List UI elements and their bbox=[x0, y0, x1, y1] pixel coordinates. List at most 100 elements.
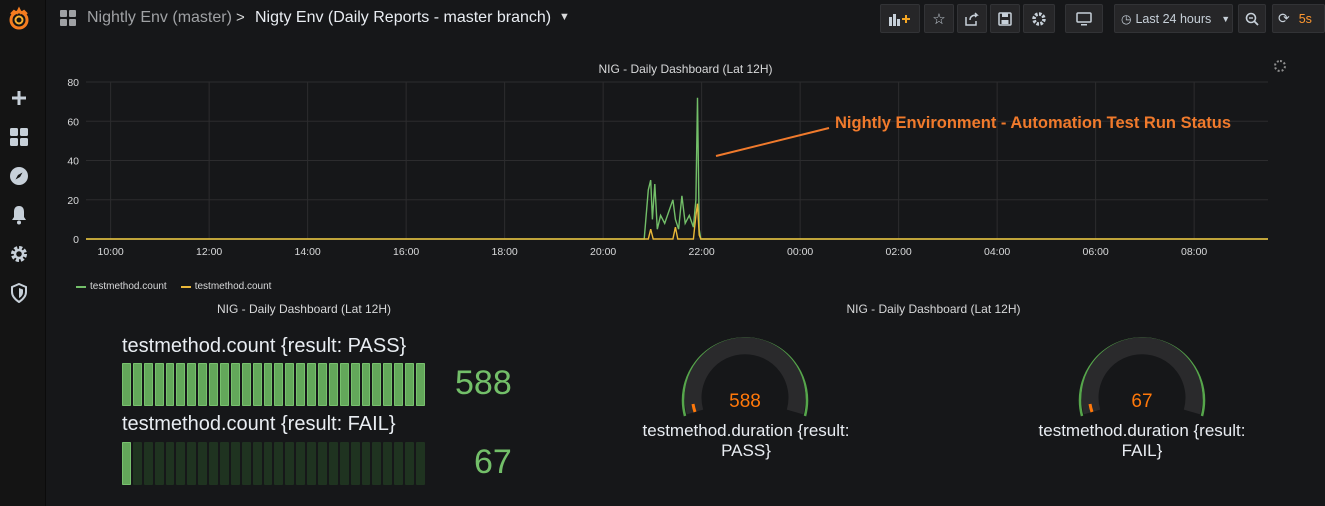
legend-label: testmethod.count bbox=[194, 281, 272, 292]
top-navbar: Nightly Env (master) > Nigty Env (Daily … bbox=[46, 0, 1325, 38]
legend-item-fail[interactable]: testmethod.count bbox=[180, 281, 272, 292]
bar-gauge-cell bbox=[274, 363, 284, 406]
gauge-panel: NIG - Daily Dashboard (Lat 12H) 588 test… bbox=[566, 296, 1325, 506]
caret-down-icon: ▼ bbox=[1221, 13, 1231, 24]
x-tick-label: 20:00 bbox=[590, 246, 616, 258]
bar-gauge-cell bbox=[209, 442, 219, 485]
bar-gauge-cell bbox=[339, 442, 349, 485]
star-icon: ☆ bbox=[932, 10, 946, 28]
bar-gauge-cell bbox=[318, 442, 327, 485]
bar-gauge-cell bbox=[143, 363, 153, 406]
tv-mode-button[interactable] bbox=[1065, 4, 1103, 33]
settings-button[interactable] bbox=[1023, 4, 1055, 33]
x-tick-label: 14:00 bbox=[294, 246, 320, 258]
legend-item-pass[interactable]: testmethod.count bbox=[76, 281, 167, 292]
bar-gauge-panel: NIG - Daily Dashboard (Lat 12H) testmeth… bbox=[46, 296, 562, 506]
gauge-panel-title[interactable]: NIG - Daily Dashboard (Lat 12H) bbox=[566, 302, 1301, 316]
bar-gauge-cell bbox=[405, 442, 415, 485]
share-button[interactable] bbox=[957, 4, 987, 33]
bar-gauge-cell bbox=[318, 363, 327, 406]
bar-gauge-cell bbox=[328, 363, 338, 406]
bar-gauge-cell bbox=[383, 442, 393, 485]
bar-gauge-panel-title[interactable]: NIG - Daily Dashboard (Lat 12H) bbox=[46, 302, 562, 316]
caret-down-icon[interactable]: ▼ bbox=[559, 11, 570, 23]
add-panel-button[interactable] bbox=[880, 4, 920, 33]
y-tick-label: 40 bbox=[67, 156, 79, 168]
plus-icon[interactable] bbox=[8, 87, 30, 109]
x-tick-label: 00:00 bbox=[787, 246, 813, 258]
share-icon bbox=[965, 11, 979, 26]
bar-gauge-cell bbox=[132, 442, 142, 485]
zoom-out-button[interactable] bbox=[1238, 4, 1266, 33]
y-tick-label: 20 bbox=[67, 195, 79, 207]
x-tick-label: 12:00 bbox=[196, 246, 222, 258]
gauge-value-pass: 588 bbox=[729, 391, 761, 412]
refresh-icon: ⟳ bbox=[1278, 10, 1290, 26]
y-tick-label: 60 bbox=[67, 116, 79, 128]
breadcrumb-folder[interactable]: Nightly Env (master) bbox=[87, 9, 232, 27]
bar-gauge-cell bbox=[143, 442, 153, 485]
bar-gauge-cell bbox=[307, 363, 317, 406]
bar-gauge-cell bbox=[241, 363, 251, 406]
bar-gauge-cell bbox=[263, 442, 273, 485]
explore-icon[interactable] bbox=[8, 165, 30, 187]
bar-gauge-cell bbox=[165, 363, 175, 406]
bar-gauge-label-pass: testmethod.count {result: PASS} bbox=[122, 335, 407, 357]
x-tick-label: 16:00 bbox=[393, 246, 419, 258]
bar-gauge-label-fail: testmethod.count {result: FAIL} bbox=[122, 413, 396, 435]
gauge-label-fail: testmethod.duration {result: FAIL} bbox=[1038, 421, 1246, 460]
bar-gauge-cell bbox=[241, 442, 251, 485]
time-picker-label: Last 24 hours bbox=[1135, 11, 1212, 26]
bar-gauge-cell bbox=[339, 363, 349, 406]
alerting-bell-icon[interactable] bbox=[8, 204, 30, 226]
annotation-arrow bbox=[715, 127, 830, 157]
bar-gauge-cell bbox=[394, 363, 404, 406]
bar-gauge-cell bbox=[122, 442, 131, 485]
configuration-gear-icon[interactable] bbox=[8, 243, 30, 265]
dashboard-canvas: NIG - Daily Dashboard (Lat 12H) 0 20 40 60 8… bbox=[46, 38, 1325, 506]
time-picker-button[interactable]: ◷ Last 24 hours ▼ bbox=[1114, 4, 1233, 33]
bar-gauge-cell bbox=[252, 363, 262, 406]
gauge-label-pass: testmethod.duration {result: PASS} bbox=[642, 421, 850, 460]
bar-gauge-cell bbox=[154, 442, 164, 485]
grafana-logo-icon[interactable] bbox=[5, 5, 33, 33]
bar-gauge-cell bbox=[230, 363, 240, 406]
dashboards-icon[interactable] bbox=[8, 126, 30, 148]
bar-gauge-cell bbox=[285, 442, 295, 485]
x-tick-label: 08:00 bbox=[1181, 246, 1207, 258]
refresh-interval[interactable]: 5s bbox=[1299, 12, 1312, 26]
bar-gauge-cell bbox=[383, 363, 393, 406]
shield-icon[interactable] bbox=[8, 282, 30, 304]
y-tick-label: 0 bbox=[73, 234, 79, 246]
bar-gauge-cell bbox=[394, 442, 404, 485]
bar-gauge-cell bbox=[154, 363, 164, 406]
bar-gauge-cell bbox=[198, 363, 208, 406]
refresh-button[interactable]: ⟳ 5s bbox=[1272, 4, 1325, 33]
bar-gauge-cell bbox=[187, 363, 197, 406]
zoom-out-icon bbox=[1245, 12, 1259, 26]
bar-gauge-cell bbox=[285, 363, 295, 406]
legend-label: testmethod.count bbox=[90, 281, 167, 292]
save-button[interactable] bbox=[990, 4, 1020, 33]
bar-gauge-cell bbox=[372, 363, 382, 406]
x-tick-label: 06:00 bbox=[1082, 246, 1108, 258]
save-icon bbox=[998, 11, 1012, 26]
bar-gauge-cell bbox=[165, 442, 175, 485]
time-series-chart: 0 20 40 60 80 10:00 12:00 14:00 16:00 18:00 20:00 2… bbox=[67, 77, 1268, 258]
graph-legend: testmethod.count testmethod.count bbox=[76, 281, 271, 292]
star-button[interactable]: ☆ bbox=[924, 4, 954, 33]
bar-gauge-cell bbox=[307, 442, 317, 485]
bar-gauge-cell bbox=[372, 442, 382, 485]
clock-icon: ◷ bbox=[1121, 11, 1132, 26]
bar-gauge-cell bbox=[198, 442, 208, 485]
bar-gauge-cell bbox=[361, 442, 371, 485]
dashboard-title[interactable]: Nigty Env (Daily Reports - master branch… bbox=[255, 9, 551, 27]
add-panel-icon bbox=[889, 13, 910, 26]
bar-gauge-cell bbox=[405, 363, 415, 406]
x-tick-label: 04:00 bbox=[984, 246, 1010, 258]
bar-gauge-cell bbox=[350, 442, 360, 485]
x-tick-label: 10:00 bbox=[97, 246, 123, 258]
bar-gauge-cell bbox=[220, 442, 229, 485]
bar-gauge-cell bbox=[252, 442, 262, 485]
bar-gauge-cell bbox=[122, 363, 131, 406]
